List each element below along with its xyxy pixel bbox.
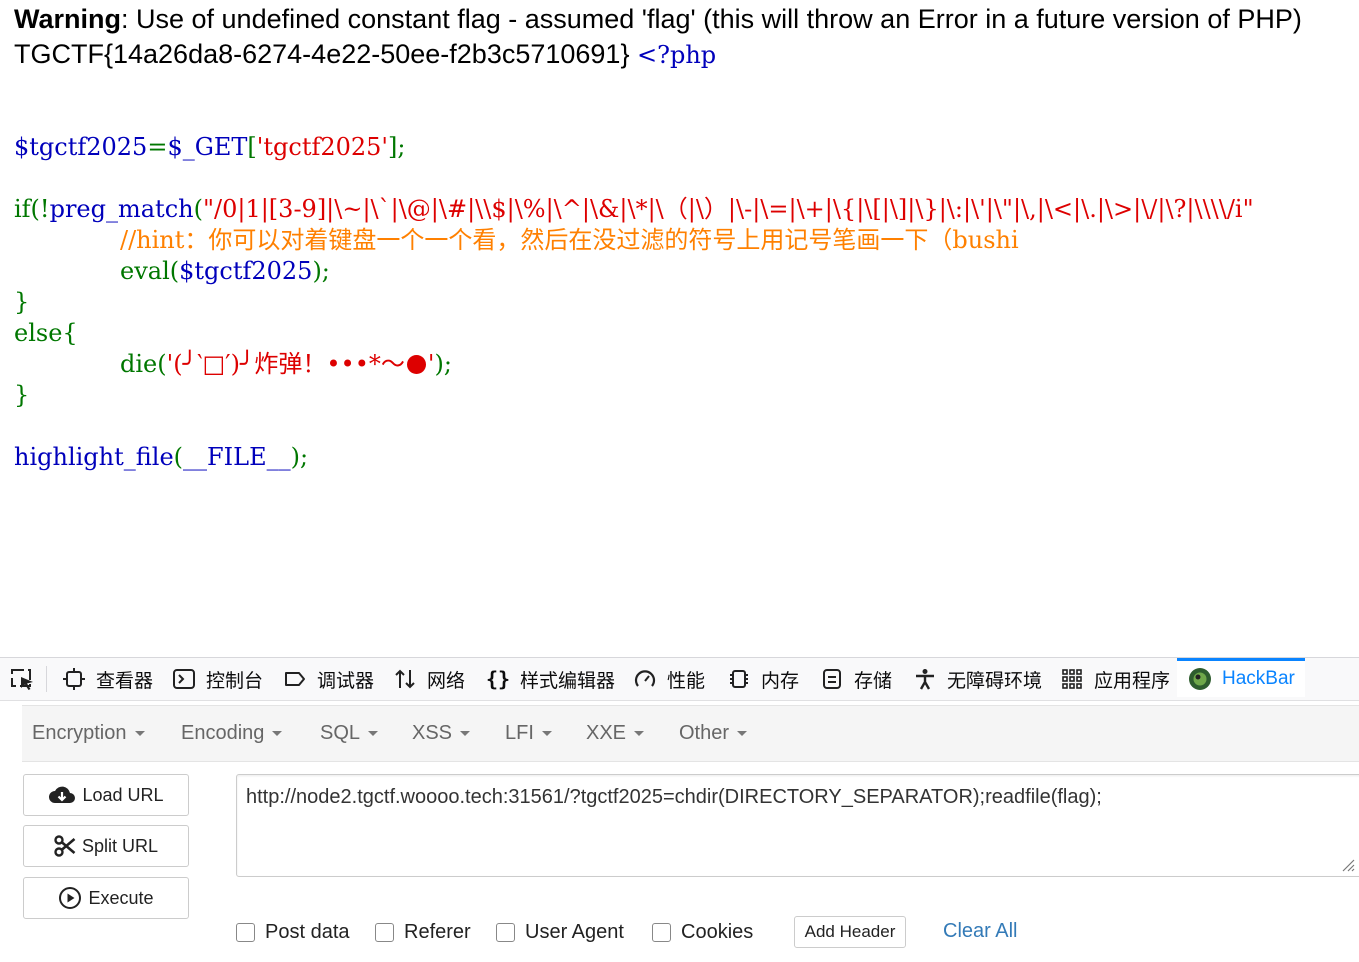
split-url-button[interactable]: Split URL [23,825,189,867]
code-line-5: } [14,288,30,316]
gauge-icon [633,667,657,691]
caret-down-icon [272,731,283,736]
cookies-checkbox[interactable]: Cookies [652,921,753,944]
tab-debugger[interactable]: 调试器 [283,658,374,700]
menu-encoding[interactable]: Encoding [181,706,283,761]
memory-chip-icon [727,667,751,691]
network-icon [393,667,417,691]
post-data-checkbox[interactable]: Post data [236,921,350,944]
tab-separator [46,666,47,692]
menu-xxe[interactable]: XXE [586,706,645,761]
scissors-icon [54,835,76,857]
element-picker-icon[interactable] [10,667,36,693]
tab-performance[interactable]: 性能 [633,658,705,700]
tab-network[interactable]: 网络 [393,658,465,700]
console-icon [172,667,196,691]
menu-xss[interactable]: XSS [412,706,471,761]
tab-memory[interactable]: 内存 [727,658,799,700]
code-line-8: } [14,381,30,409]
load-url-button[interactable]: Load URL [23,774,189,816]
caret-down-icon [134,731,145,736]
hackbar-menubar: Encryption Encoding SQL XSS LFI XXE Othe… [22,705,1359,762]
warning-label: Warning [14,4,121,34]
menu-other[interactable]: Other [679,706,748,761]
checkbox-box[interactable] [652,923,671,942]
clear-all-link[interactable]: Clear All [943,920,1017,943]
execute-button[interactable]: Execute [23,877,189,919]
referer-checkbox[interactable]: Referer [375,921,471,944]
devtools-tabbar: 查看器 控制台 调试器 网络 {} 样式编辑器 性能 内存 存储 无障碍环境 应用… [0,658,1359,701]
php-open-tag: <?php [636,41,717,69]
code-line-1: $tgctf2025=$_GET['tgctf2025']; [14,133,406,161]
accessibility-icon [913,667,937,691]
braces-icon: {} [485,667,511,691]
code-line-9: highlight_file(__FILE__); [14,443,309,471]
warning-text: : Use of undefined constant flag - assum… [121,4,1302,34]
code-line-6: else{ [14,319,78,347]
menu-encryption[interactable]: Encryption [32,706,145,761]
devtools-panel: 查看器 控制台 调试器 网络 {} 样式编辑器 性能 内存 存储 无障碍环境 应用… [0,657,1359,962]
cloud-download-icon [49,786,76,803]
inspector-icon [62,667,86,691]
flag-text: TGCTF{14a26da8-6274-4e22-50ee-f2b3c57106… [14,39,630,69]
code-line-4: eval($tgctf2025); [120,257,330,285]
caret-down-icon [541,731,552,736]
source-code: $tgctf2025=$_GET['tgctf2025']; if(!preg_… [14,40,1254,544]
apps-grid-icon [1060,667,1084,691]
hackbar-logo-icon [1188,667,1212,691]
tab-console[interactable]: 控制台 [172,658,263,700]
tab-storage[interactable]: 存储 [820,658,892,700]
storage-icon [820,667,844,691]
tab-accessibility[interactable]: 无障碍环境 [913,658,1042,700]
tab-application[interactable]: 应用程序 [1060,658,1170,700]
page-content: Warning: Use of undefined constant flag … [0,0,1359,657]
caret-down-icon [460,731,471,736]
php-warning: Warning: Use of undefined constant flag … [14,2,1302,36]
caret-down-icon [737,731,748,736]
code-line-3: //hint：你可以对着键盘一个一个看，然后在没过滤的符号上用记号笔画一下（bu… [120,226,1019,254]
code-line-7: die('(╯‵□′)╯炸弹！•••*～ '); [120,350,452,378]
checkbox-box[interactable] [236,923,255,942]
checkbox-box[interactable] [375,923,394,942]
user-agent-checkbox[interactable]: User Agent [496,921,624,944]
play-circle-icon [59,887,82,909]
menu-sql[interactable]: SQL [320,706,379,761]
debugger-icon [283,667,307,691]
menu-lfi[interactable]: LFI [505,706,552,761]
add-header-button[interactable]: Add Header [794,916,906,948]
resize-grip-icon[interactable] [1339,856,1355,872]
url-textarea[interactable]: http://node2.tgctf.woooo.tech:31561/?tgc… [236,774,1359,877]
url-value: http://node2.tgctf.woooo.tech:31561/?tgc… [246,786,1102,808]
code-line-2: if(!preg_match("/0|1|[3-9]|\~|\`|\@|\#|\… [14,195,1254,223]
caret-down-icon [368,731,379,736]
tab-inspector[interactable]: 查看器 [62,658,153,700]
flag-line: TGCTF{14a26da8-6274-4e22-50ee-f2b3c57106… [14,37,716,72]
caret-down-icon [634,731,645,736]
checkbox-box[interactable] [496,923,515,942]
tab-hackbar[interactable]: HackBar [1177,658,1305,697]
tab-style-editor[interactable]: {} 样式编辑器 [486,658,615,700]
bomb-icon [406,355,426,374]
